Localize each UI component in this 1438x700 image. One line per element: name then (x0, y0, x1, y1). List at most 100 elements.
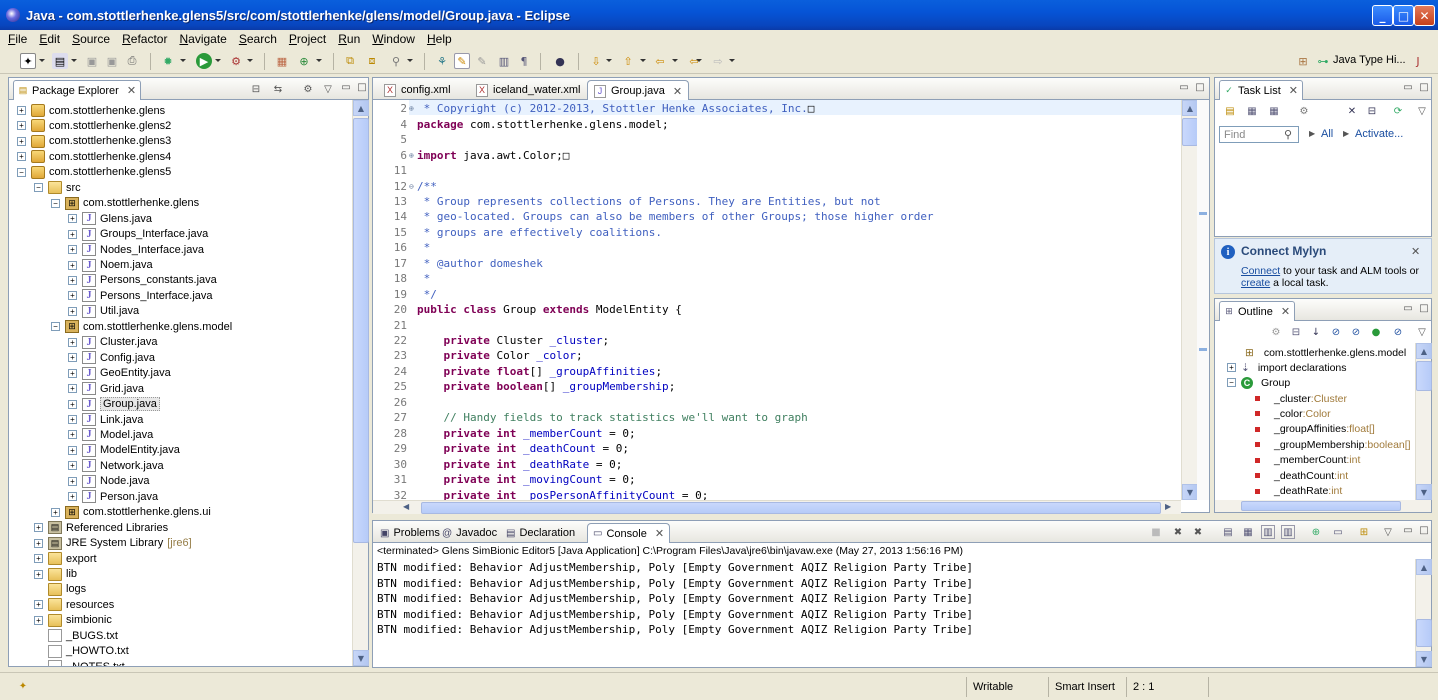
code-line[interactable]: 29 private int _deathCount = 0; (373, 441, 1153, 457)
code-line[interactable]: 32 private int _posPersonAffinityCount =… (373, 487, 1153, 501)
maximize-outline-icon[interactable]: □ (1417, 301, 1431, 315)
hide-nonpublic-icon[interactable]: ● (1369, 325, 1383, 339)
terminate-icon[interactable]: ■ (1149, 525, 1163, 539)
tree-item[interactable]: + J Noem.java (68, 258, 153, 273)
minimize-view-icon[interactable]: ▭ (339, 80, 353, 94)
code-line[interactable]: 4 package com.stottlerhenke.glens.model; (373, 116, 1153, 132)
task-view-menu-icon[interactable]: ▽ (1415, 104, 1429, 118)
outline-scroll-thumb[interactable] (1416, 361, 1432, 391)
toggle-breadcrumb-icon[interactable]: ⚘ (434, 53, 450, 69)
perspective-label[interactable]: Java Type Hi... (1333, 54, 1406, 66)
outline-hscrollbar[interactable] (1215, 500, 1431, 512)
outline-package[interactable]: ⊞ com.stottlerhenke.glens.model (1245, 345, 1406, 360)
code-line[interactable]: 26 (373, 395, 1153, 411)
collapse-icon[interactable]: − (51, 322, 60, 332)
console-scroll-thumb[interactable] (1416, 619, 1432, 647)
code-line[interactable]: 28 private int _memberCount = 0; (373, 425, 1153, 441)
maximize-task-list-icon[interactable]: □ (1417, 80, 1431, 94)
console-scroll-up-icon[interactable]: ▲ (1416, 559, 1432, 575)
open-type-icon[interactable]: ⧉ (342, 53, 358, 69)
expand-icon[interactable]: + (68, 461, 77, 471)
outline-scroll-down-icon[interactable]: ▼ (1416, 484, 1432, 500)
sync-icon[interactable]: ⟳ (1391, 104, 1405, 118)
clear-console-icon[interactable]: ▤ (1221, 525, 1235, 539)
expand-icon[interactable]: + (17, 136, 26, 146)
menu-search[interactable]: Search (233, 32, 283, 46)
editor-scrollbar[interactable]: ▲ ▼ (1181, 100, 1198, 500)
editor-hscroll-thumb[interactable] (421, 502, 1161, 514)
collapse-outline-icon[interactable]: ⊟ (1289, 325, 1303, 339)
code-line[interactable]: 18 * (373, 271, 1153, 287)
code-line[interactable]: 23 private Color _color; (373, 348, 1153, 364)
outline-field[interactable]: _deathCount : int (1251, 468, 1348, 483)
external-tools-icon[interactable]: ⚙ (228, 53, 244, 69)
expand-icon[interactable]: + (68, 214, 77, 224)
menu-project[interactable]: Project (283, 32, 332, 46)
tree-item[interactable]: + simbionic (34, 613, 112, 628)
outline-class[interactable]: − C Group (1227, 375, 1290, 390)
sort-icon[interactable]: ↓ (1309, 325, 1323, 339)
console-scroll-down-icon[interactable]: ▼ (1416, 651, 1432, 667)
maximize-console-icon[interactable]: □ (1417, 523, 1431, 537)
tree-item[interactable]: + J Persons_constants.java (68, 273, 217, 288)
expand-icon[interactable]: + (68, 337, 77, 347)
tree-item[interactable]: _BUGS.txt (34, 628, 118, 643)
fold-toggle-icon[interactable]: ⊕ (409, 151, 417, 160)
new-icon[interactable]: ✦ (20, 53, 36, 69)
editor-tab[interactable]: J Group.java ✕ (587, 80, 690, 101)
outline-field[interactable]: _deathRate : int (1251, 484, 1342, 499)
expand-icon[interactable]: + (68, 492, 77, 502)
tree-item[interactable]: + J Cluster.java (68, 335, 157, 350)
tree-item[interactable]: + J Util.java (68, 304, 139, 319)
outline-imports[interactable]: + ⇣ import declarations (1227, 360, 1347, 375)
maximize-editor-icon[interactable]: □ (1193, 80, 1207, 94)
hide-fields-icon[interactable]: ⊘ (1329, 325, 1343, 339)
activate-link[interactable]: Activate... (1355, 128, 1403, 140)
menu-run[interactable]: Run (332, 32, 366, 46)
expand-icon[interactable]: + (68, 399, 77, 409)
tree-item[interactable]: + J Nodes_Interface.java (68, 242, 204, 257)
connect-link[interactable]: Connect (1241, 265, 1280, 277)
code-line[interactable]: 6 ⊕ import java.awt.Color;□ (373, 147, 1153, 163)
block-selection-icon[interactable]: ✎ (474, 53, 490, 69)
tree-item[interactable]: _HOWTO.txt (34, 644, 129, 659)
link-with-editor-icon[interactable]: ⇆ (271, 82, 285, 96)
expand-icon[interactable]: + (68, 245, 77, 255)
tree-item[interactable]: _NOTES.txt (34, 659, 125, 666)
hide-static-icon[interactable]: ⊘ (1349, 325, 1363, 339)
code-line[interactable]: 2 ⊕ * Copyright (c) 2012-2013, Stottler H… (373, 101, 1153, 117)
scroll-thumb[interactable] (353, 118, 369, 543)
expand-icon[interactable]: + (68, 275, 77, 285)
view-menu-icon[interactable]: ⚙ (301, 82, 315, 96)
expand-icon[interactable]: + (68, 353, 77, 363)
expand-icon[interactable]: + (34, 538, 43, 548)
debug-icon[interactable]: ✹ (160, 53, 176, 69)
show-stdout-icon[interactable]: ▥ (1261, 525, 1275, 539)
ruler-marker[interactable] (1199, 212, 1207, 215)
tree-item[interactable]: − ⊞ com.stottlerhenke.glens.model (51, 319, 232, 334)
tree-item[interactable]: − src (34, 180, 81, 195)
close-outline-icon[interactable]: ✕ (1281, 305, 1290, 318)
open-perspective-icon[interactable]: ⊞ (1295, 53, 1311, 69)
minimize-editor-icon[interactable]: ▭ (1177, 80, 1191, 94)
editor-scroll-up-icon[interactable]: ▲ (1182, 100, 1198, 116)
collapse-icon[interactable]: − (34, 183, 43, 193)
expand-icon[interactable]: + (68, 306, 77, 316)
tree-item[interactable]: + J Groups_Interface.java (68, 227, 208, 242)
tree-item[interactable]: − com.stottlerhenke.glens5 (17, 165, 171, 180)
menu-help[interactable]: Help (421, 32, 458, 46)
all-link[interactable]: All (1321, 128, 1333, 140)
minimize-task-list-icon[interactable]: ▭ (1401, 80, 1415, 94)
code-line[interactable]: 21 (373, 317, 1153, 333)
expand-icon[interactable]: + (17, 152, 26, 162)
back-icon[interactable]: ⇦ (652, 53, 668, 69)
close-mylyn-icon[interactable]: ✕ (1411, 245, 1420, 258)
minimize-console-icon[interactable]: ▭ (1401, 523, 1415, 537)
outline-hscroll-thumb[interactable] (1241, 501, 1401, 511)
code-line[interactable]: 30 private int _deathRate = 0; (373, 456, 1153, 472)
forward-disabled-icon[interactable]: ⇨ (710, 53, 726, 69)
expand-icon[interactable]: + (34, 615, 43, 625)
close-console-tab-icon[interactable]: ✕ (655, 527, 664, 540)
outline-field[interactable]: _memberCount : int (1251, 453, 1360, 468)
outline-field[interactable]: _cluster : Cluster (1251, 391, 1347, 406)
